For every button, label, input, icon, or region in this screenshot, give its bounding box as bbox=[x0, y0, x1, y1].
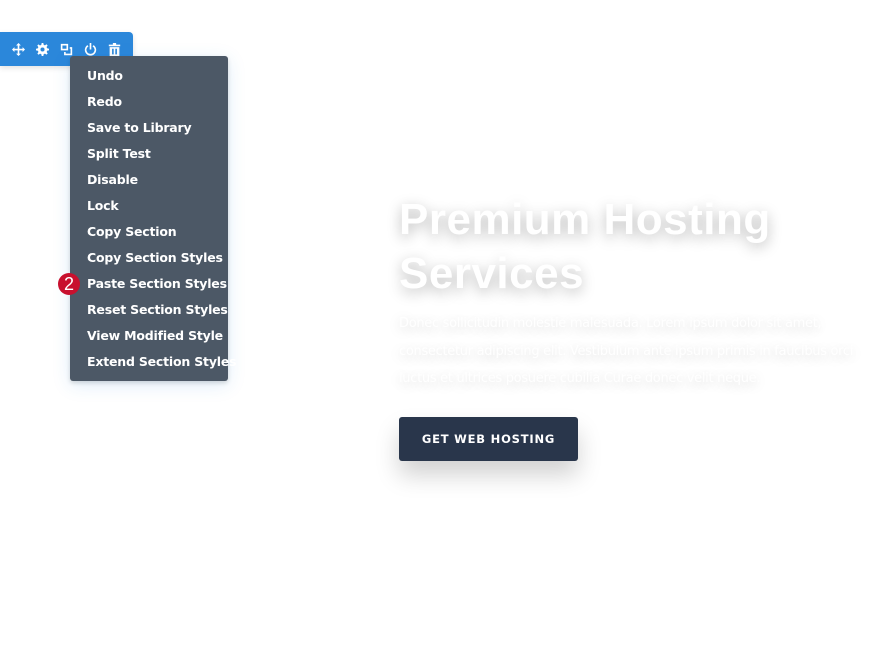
menu-item-copy-section[interactable]: Copy Section bbox=[70, 219, 228, 245]
settings-button[interactable] bbox=[30, 37, 54, 61]
step-number-badge: 2 bbox=[58, 273, 80, 295]
menu-item-paste-section-styles[interactable]: Paste Section Styles bbox=[70, 271, 228, 297]
menu-item-lock[interactable]: Lock bbox=[70, 193, 228, 219]
power-icon bbox=[84, 42, 96, 56]
gear-icon bbox=[35, 42, 49, 56]
menu-item-split-test[interactable]: Split Test bbox=[70, 141, 228, 167]
move-button[interactable] bbox=[6, 37, 30, 61]
trash-icon bbox=[108, 42, 120, 56]
hero-description: Donec sollicitudin molestie malesuada. L… bbox=[399, 316, 854, 386]
hero-title: Premium Hosting Services bbox=[399, 195, 771, 298]
menu-item-disable[interactable]: Disable bbox=[70, 167, 228, 193]
move-icon bbox=[11, 42, 25, 56]
menu-item-copy-section-styles[interactable]: Copy Section Styles bbox=[70, 245, 228, 271]
context-menu: Undo Redo Save to Library Split Test Dis… bbox=[70, 56, 237, 381]
menu-item-save-to-library[interactable]: Save to Library bbox=[70, 115, 228, 141]
menu-item-redo[interactable]: Redo bbox=[70, 89, 228, 115]
menu-item-reset-section-styles[interactable]: Reset Section Styles bbox=[70, 297, 228, 323]
get-web-hosting-button[interactable]: GET WEB HOSTING bbox=[399, 417, 578, 461]
menu-item-extend-section-styles[interactable]: Extend Section Styles bbox=[70, 349, 237, 375]
duplicate-icon bbox=[60, 43, 72, 55]
menu-item-undo[interactable]: Undo bbox=[70, 63, 228, 89]
menu-item-view-modified-style[interactable]: View Modified Style bbox=[70, 323, 228, 349]
